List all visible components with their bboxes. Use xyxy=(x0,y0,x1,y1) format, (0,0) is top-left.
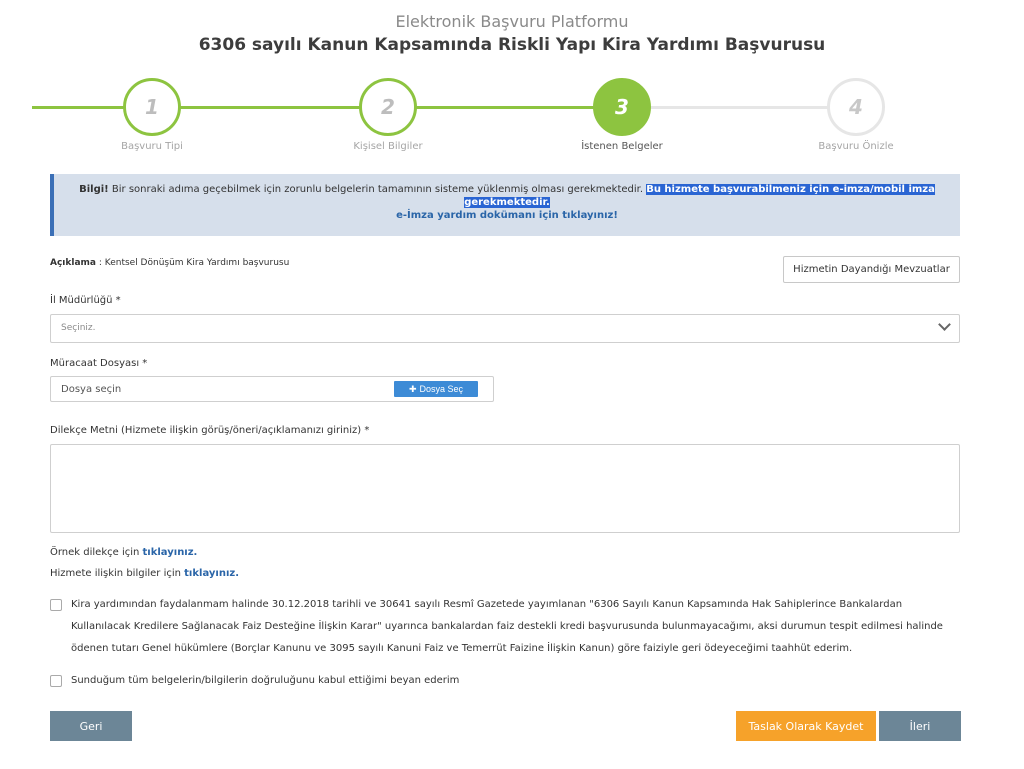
file-label: Müracaat Dosyası * xyxy=(50,358,148,369)
platform-title: Elektronik Başvuru Platformu xyxy=(395,12,629,31)
sample-petition-line: Örnek dilekçe için tıklayınız. xyxy=(50,547,198,558)
info-text: Bir sonraki adıma geçebilmek için zorunl… xyxy=(108,184,647,195)
chevron-down-icon xyxy=(938,318,951,331)
service-info-line: Hizmete ilişkin bilgiler için tıklayınız… xyxy=(50,568,239,579)
step-1-label: Başvuru Tipi xyxy=(121,141,183,152)
step-4-label: Başvuru Önizle xyxy=(818,141,894,152)
province-label: İl Müdürlüğü * xyxy=(50,295,121,306)
petition-textarea[interactable] xyxy=(50,444,960,533)
step-2-number: 2 xyxy=(359,78,417,136)
step-3-label: İstenen Belgeler xyxy=(581,141,663,152)
step-2: 2 Kişisel Bilgiler xyxy=(318,78,458,152)
service-description: Açıklama : Kentsel Dönüşüm Kira Yardımı … xyxy=(50,258,290,268)
e-signature-help-link[interactable]: e-İmza yardım dokümanı için tıklayınız! xyxy=(396,210,618,221)
info-alert: Bilgi! Bir sonraki adıma geçebilmek için… xyxy=(50,174,960,236)
regulations-button[interactable]: Hizmetin Dayandığı Mevzuatlar xyxy=(783,256,960,283)
step-1: 1 Başvuru Tipi xyxy=(82,78,222,152)
province-selected-value: Seçiniz. xyxy=(61,323,96,333)
page-header: Elektronik Başvuru Platformu 6306 sayılı… xyxy=(0,12,1024,55)
back-button[interactable]: Geri xyxy=(50,711,132,741)
step-3: 3 İstenen Belgeler xyxy=(552,78,692,152)
declaration-checkbox-row: Sunduğum tüm belgelerin/bilgilerin doğru… xyxy=(50,670,960,692)
save-draft-button[interactable]: Taslak Olarak Kaydet xyxy=(736,711,876,741)
step-3-number: 3 xyxy=(593,78,651,136)
commitment-text: Kira yardımından faydalanmam halinde 30.… xyxy=(71,599,943,654)
file-placeholder: Dosya seçin xyxy=(61,384,122,395)
service-info-link[interactable]: tıklayınız. xyxy=(184,568,239,579)
description-label: Açıklama xyxy=(50,258,96,268)
step-2-label: Kişisel Bilgiler xyxy=(353,141,423,152)
petition-label: Dilekçe Metni (Hizmete ilişkin görüş/öne… xyxy=(50,425,370,436)
sample-petition-link[interactable]: tıklayınız. xyxy=(143,547,198,558)
service-title: 6306 sayılı Kanun Kapsamında Riskli Yapı… xyxy=(198,35,826,55)
commitment-checkbox-row: Kira yardımından faydalanmam halinde 30.… xyxy=(50,594,960,660)
choose-file-button[interactable]: ✚ Dosya Seç xyxy=(394,381,478,397)
step-4: 4 Başvuru Önizle xyxy=(786,78,926,152)
commitment-checkbox[interactable] xyxy=(50,599,62,611)
declaration-text: Sunduğum tüm belgelerin/bilgilerin doğru… xyxy=(71,675,460,686)
plus-icon: ✚ xyxy=(408,383,417,394)
province-select[interactable]: Seçiniz. xyxy=(50,314,960,343)
file-input[interactable]: Dosya seçin ✚ Dosya Seç xyxy=(50,376,494,402)
wizard-stepper: 1 Başvuru Tipi 2 Kişisel Bilgiler 3 İste… xyxy=(0,78,1024,158)
next-button[interactable]: İleri xyxy=(879,711,961,741)
info-prefix: Bilgi! xyxy=(79,184,109,195)
description-value: Kentsel Dönüşüm Kira Yardımı başvurusu xyxy=(104,258,290,268)
step-4-number: 4 xyxy=(827,78,885,136)
step-1-number: 1 xyxy=(123,78,181,136)
declaration-checkbox[interactable] xyxy=(50,675,62,687)
